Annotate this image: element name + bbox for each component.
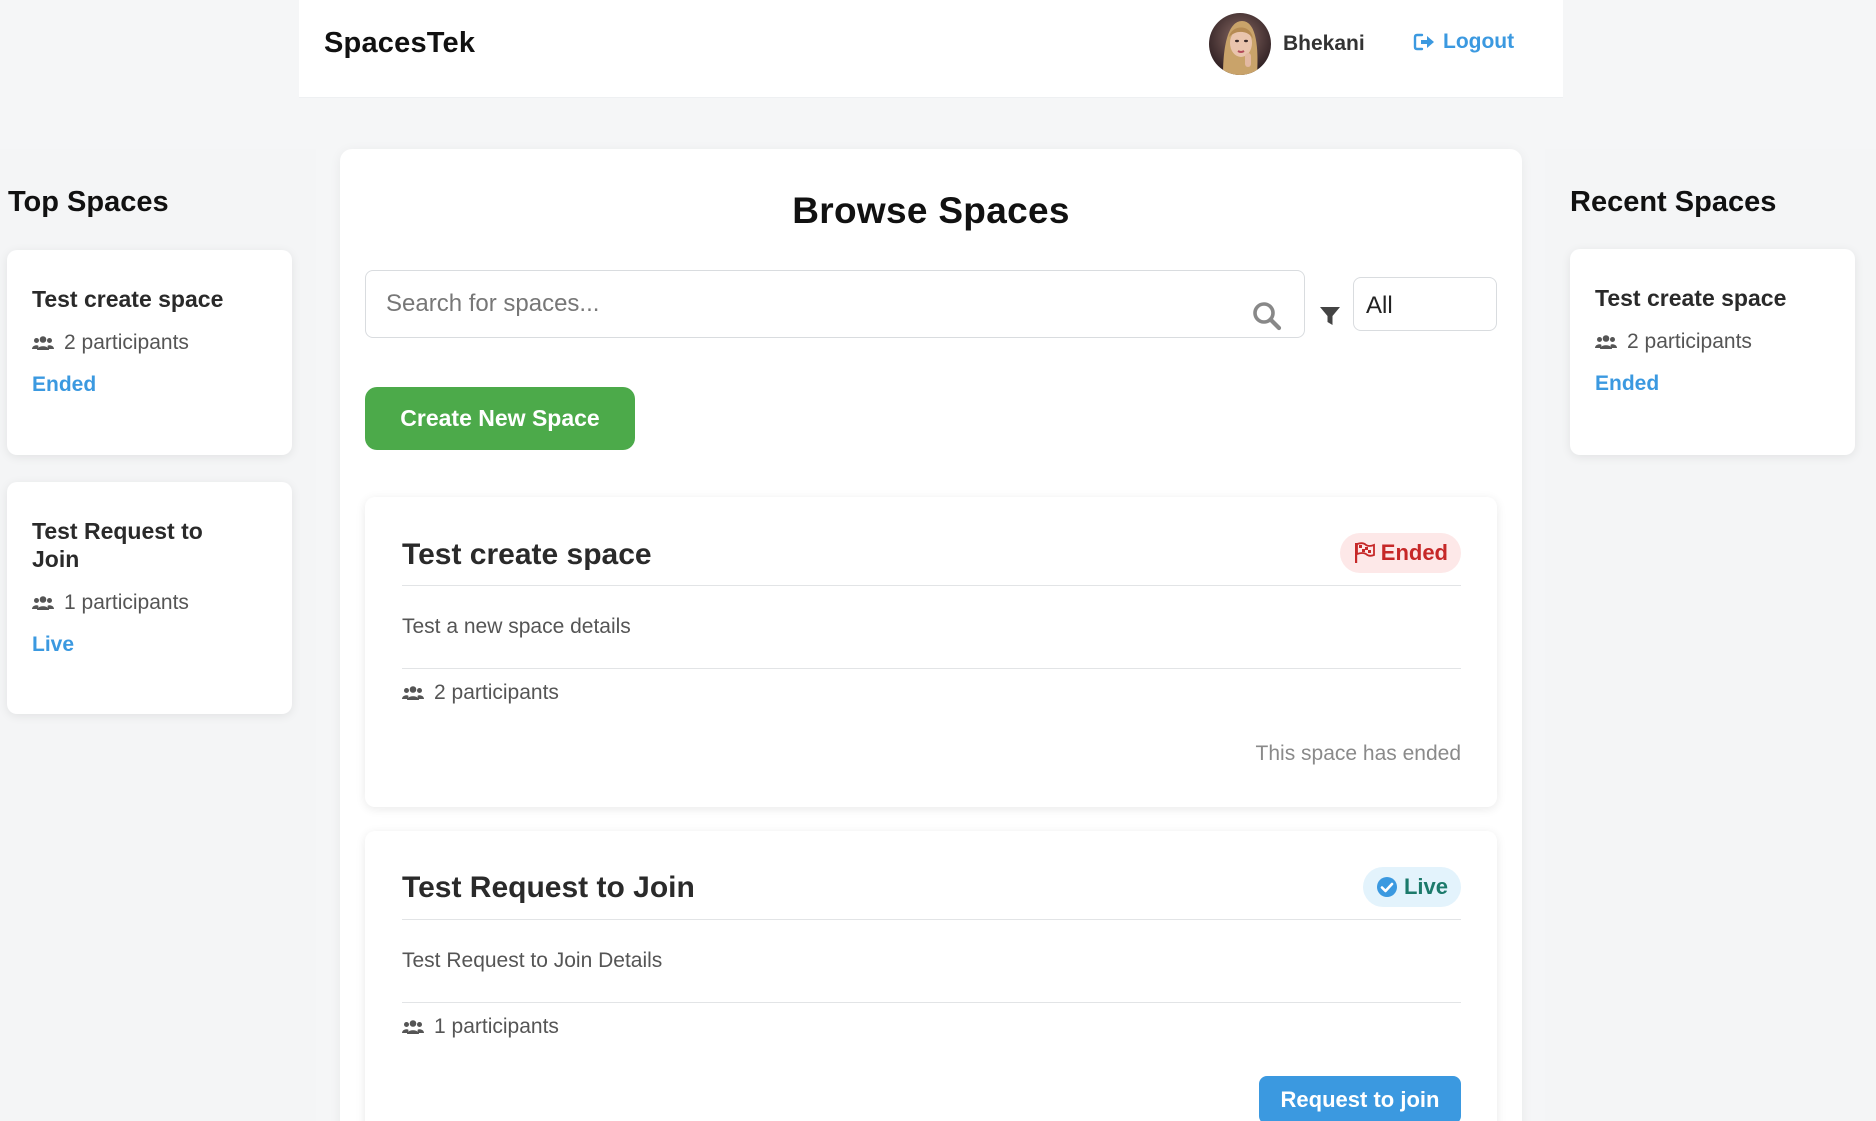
space-card: Test Request to Join Live Test Request t… bbox=[365, 831, 1497, 1121]
status-badge-label: Live bbox=[1403, 874, 1448, 899]
filter-icon bbox=[1320, 307, 1340, 325]
space-participants: 1 participants bbox=[402, 1015, 559, 1039]
flag-checkered-icon bbox=[1354, 542, 1375, 563]
users-icon bbox=[402, 686, 424, 700]
divider bbox=[402, 1002, 1461, 1003]
divider bbox=[402, 919, 1461, 920]
space-participants: 2 participants bbox=[402, 681, 559, 705]
top-space-participants: 1 participants bbox=[32, 591, 267, 615]
users-icon bbox=[32, 596, 54, 610]
top-space-status[interactable]: Live bbox=[32, 633, 267, 657]
status-badge-label: Ended bbox=[1380, 540, 1448, 565]
top-space-card[interactable]: Test create space 2 participants Ended bbox=[7, 250, 292, 455]
recent-space-participants: 2 participants bbox=[1595, 330, 1830, 354]
recent-spaces-title: Recent Spaces bbox=[1570, 186, 1777, 218]
avatar[interactable] bbox=[1209, 13, 1271, 75]
brand-logo-text[interactable]: SpacesTek bbox=[324, 27, 475, 60]
participants-count: 1 participants bbox=[64, 591, 189, 614]
page-title: Browse Spaces bbox=[792, 190, 1070, 231]
recent-space-card[interactable]: Test create space 2 participants Ended bbox=[1570, 249, 1855, 455]
users-icon bbox=[1595, 335, 1617, 349]
participants-count: 1 participants bbox=[434, 1015, 559, 1038]
request-to-join-button[interactable]: Request to join bbox=[1259, 1076, 1461, 1121]
top-spaces-title: Top Spaces bbox=[8, 186, 169, 218]
sign-out-icon bbox=[1413, 33, 1434, 51]
space-description: Test a new space details bbox=[402, 615, 631, 638]
status-badge: Live bbox=[1362, 867, 1461, 907]
space-card: Test create space Ended Test a new space… bbox=[365, 497, 1497, 807]
top-space-title: Test Request to Join bbox=[32, 518, 203, 572]
browse-spaces-panel: Browse Spaces All Create New Space Test … bbox=[340, 149, 1522, 1121]
recent-space-status[interactable]: Ended bbox=[1595, 372, 1830, 396]
search-icon[interactable] bbox=[1252, 301, 1282, 331]
user-name: Bhekani bbox=[1283, 32, 1365, 55]
space-title: Test create space bbox=[402, 538, 652, 571]
participants-count: 2 participants bbox=[64, 331, 189, 354]
participants-count: 2 participants bbox=[1627, 330, 1752, 353]
top-space-card[interactable]: Test Request to Join 1 participants Live bbox=[7, 482, 292, 714]
logout-link[interactable]: Logout bbox=[1413, 30, 1514, 54]
top-space-status[interactable]: Ended bbox=[32, 373, 267, 397]
users-icon bbox=[32, 336, 54, 350]
user-info[interactable]: Bhekani bbox=[1209, 13, 1365, 75]
recent-spaces-column: Recent Spaces Test create space 2 partic… bbox=[1545, 149, 1876, 1121]
top-space-participants: 2 participants bbox=[32, 331, 267, 355]
recent-space-title: Test create space bbox=[1595, 285, 1787, 311]
search-box[interactable] bbox=[365, 270, 1305, 338]
space-description: Test Request to Join Details bbox=[402, 949, 663, 972]
status-badge: Ended bbox=[1339, 533, 1461, 573]
space-title: Test Request to Join bbox=[402, 871, 695, 904]
divider bbox=[402, 585, 1461, 586]
divider bbox=[402, 668, 1461, 669]
create-space-button[interactable]: Create New Space bbox=[365, 387, 635, 450]
logout-label: Logout bbox=[1443, 30, 1515, 53]
status-filter-select[interactable]: All bbox=[1353, 277, 1497, 331]
users-icon bbox=[402, 1020, 424, 1034]
search-input[interactable] bbox=[366, 271, 1304, 337]
top-space-title: Test create space bbox=[32, 286, 224, 312]
top-spaces-column: Top Spaces Test create space 2 participa… bbox=[0, 149, 316, 1121]
space-ended-note: This space has ended bbox=[1255, 742, 1461, 765]
check-circle-icon bbox=[1376, 877, 1397, 897]
top-header: SpacesTek Bhekani Logout bbox=[299, 0, 1563, 98]
participants-count: 2 participants bbox=[434, 681, 559, 704]
